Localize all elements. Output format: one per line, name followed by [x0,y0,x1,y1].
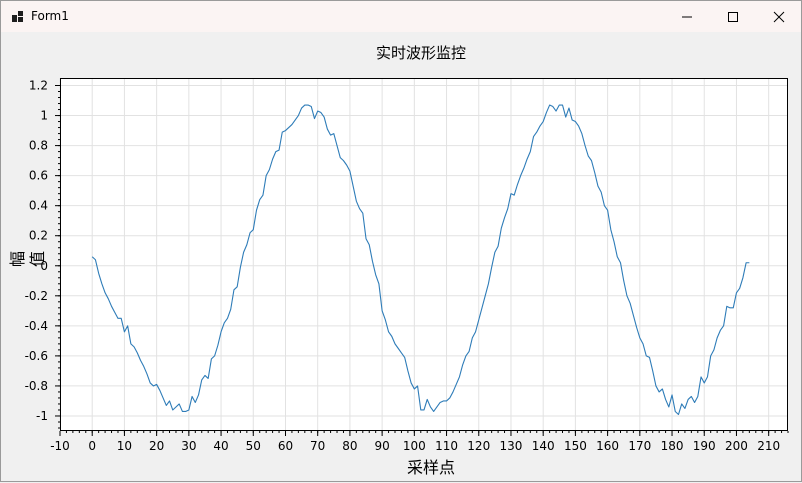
x-tick-label: 10 [117,439,132,453]
x-tick-label: -10 [50,439,70,453]
y-tick-label: 0.4 [29,199,48,213]
x-tick-label: 200 [725,439,748,453]
x-tick-label: 170 [628,439,651,453]
x-tick-label: 120 [467,439,490,453]
app-window: Form1 实时波形监控 -10 0 10 20 30 40 50 60 70 80 90 100 11… [0,0,802,482]
x-tick-label: 100 [403,439,426,453]
waveform-chart: -10 0 10 20 30 40 50 60 70 80 90 100 110 120 130 140 150… [25,78,789,453]
x-tick-label: 20 [149,439,164,453]
x-tick-label: 150 [564,439,587,453]
y-axis-label: 幅值 [8,251,47,268]
x-tick-label: 70 [310,439,325,453]
x-tick-label: 130 [500,439,523,453]
y-tick-label: -0.2 [25,289,48,303]
y-tick-label: -1 [36,409,48,423]
x-tick-label: 190 [693,439,716,453]
y-tick-label: -0.6 [25,349,48,363]
x-tick-label: 90 [374,439,389,453]
y-tick-label: 1 [40,109,48,123]
x-tick-label: 80 [342,439,357,453]
x-tick-label: 210 [757,439,780,453]
x-tick-label: 30 [181,439,196,453]
y-tick-label: 0.2 [29,229,48,243]
x-axis-label: 采样点 [406,458,455,477]
y-tick-label: -0.4 [25,319,48,333]
plot-area [60,78,788,431]
y-tick-label: 1.2 [29,79,48,93]
x-tick-label: 160 [596,439,619,453]
x-tick-label: 40 [213,439,228,453]
y-tick-label: -0.8 [25,379,48,393]
x-tick-label: 110 [435,439,458,453]
y-tick-label: 0.6 [29,169,48,183]
x-tick-label: 180 [661,439,684,453]
y-tick-label: 0.8 [29,139,48,153]
x-tick-label: 0 [88,439,96,453]
x-tick-label: 60 [278,439,293,453]
x-tick-label: 140 [532,439,555,453]
x-tick-label: 50 [246,439,261,453]
